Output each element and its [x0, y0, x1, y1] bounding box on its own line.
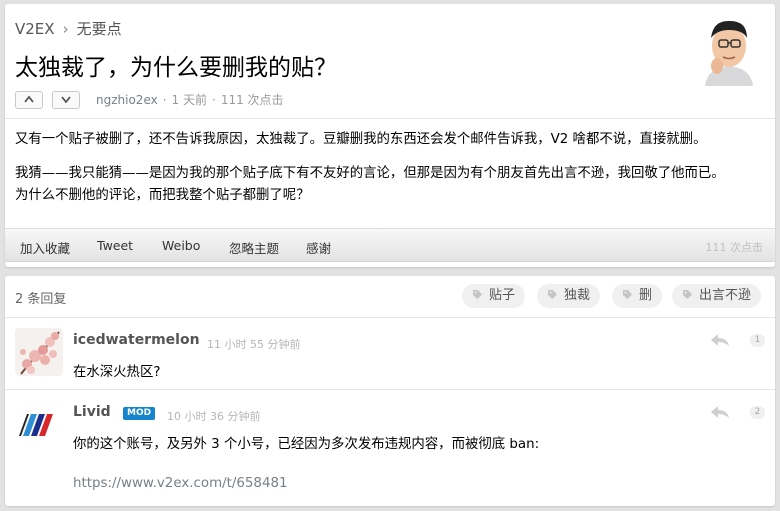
topic-paragraph: 为什么不删他的评论，而把我整个贴子都删了呢？: [15, 188, 310, 203]
tag-link[interactable]: 独裁: [537, 284, 601, 308]
avatar[interactable]: [15, 328, 63, 376]
reply-time: 11 小时 55 分钟前: [207, 338, 301, 351]
floor-number: 2: [750, 406, 765, 419]
topic-title: 太独裁了，为什么要删我的贴？: [15, 55, 337, 81]
topic-clicks: 111 次点击: [220, 93, 284, 107]
vote-down-button[interactable]: [52, 91, 80, 109]
vote-up-button[interactable]: [15, 91, 43, 109]
toolbar-clicks: 111 次点击: [705, 241, 764, 254]
breadcrumb: V2EX › 无要点: [15, 18, 122, 39]
replies-box: 2 条回复 贴子 独裁 删 出言不逊 icedwatermelon 11 小时 …: [5, 276, 775, 506]
reply-time: 10 小时 36 分钟前: [167, 410, 261, 423]
reply-item: icedwatermelon 11 小时 55 分钟前 1 在水深火热区?: [5, 318, 775, 390]
topic-toolbar: 加入收藏 Tweet Weibo 忽略主题 感谢 111 次点击: [5, 228, 775, 262]
blossom-avatar-icon: [15, 328, 63, 376]
tag-icon: [473, 290, 482, 299]
weibo-button[interactable]: Weibo: [162, 238, 200, 253]
chevron-down-icon: [61, 96, 71, 103]
breadcrumb-node-link[interactable]: 无要点: [77, 20, 122, 38]
topic-content: 又有一个贴子被删了，还不告诉我原因，太独裁了。豆瓣删我的东西还会发个邮件告诉我，…: [5, 118, 775, 207]
reply-item: Livid MOD 10 小时 36 分钟前 2 你的这个账号，及另外 3 个小…: [5, 390, 775, 506]
tag-icon: [548, 290, 557, 299]
floor-number: 1: [750, 334, 765, 347]
avatar[interactable]: [15, 400, 63, 448]
topic-meta: ngzhio2ex · 1 天前 · 111 次点击: [96, 93, 284, 107]
topic-time: 1 天前: [171, 93, 207, 107]
tag-icon: [623, 290, 632, 299]
reply-arrow-icon[interactable]: [709, 404, 731, 420]
bmw-m-avatar-icon: [15, 400, 63, 448]
reply-username-link[interactable]: Livid: [73, 404, 111, 420]
tag-link[interactable]: 删: [612, 284, 663, 308]
thanks-button[interactable]: 感谢: [306, 238, 331, 257]
reply-text: 你的这个账号，及另外 3 个小号，已经因为多次发布违规内容，而被彻底 ban:: [73, 437, 540, 452]
tweet-button[interactable]: Tweet: [97, 238, 133, 253]
tag-link[interactable]: 出言不逊: [672, 284, 762, 308]
topic-author-link[interactable]: ngzhio2ex: [96, 93, 158, 107]
tag-link[interactable]: 贴子: [462, 284, 526, 308]
reply-text: 在水深火热区?: [73, 365, 161, 380]
memoji-avatar-icon: [705, 20, 753, 86]
breadcrumb-separator: ›: [62, 20, 69, 38]
topic-paragraph: 我猜——我只能猜——是因为我的那个贴子底下有不友好的言论，但那是因为有个朋友首先…: [15, 166, 725, 181]
reply-username-link[interactable]: icedwatermelon: [73, 332, 200, 348]
tag-icon: [683, 290, 692, 299]
mod-badge: MOD: [123, 407, 156, 420]
topic-box: V2EX › 无要点 太独裁了，为什么要删我的贴？ ngzhio2ex · 1 天前 · 1…: [5, 4, 775, 267]
reply-count: 2 条回复: [15, 292, 67, 307]
breadcrumb-site-link[interactable]: V2EX: [15, 20, 55, 38]
reply-arrow-icon[interactable]: [709, 332, 731, 348]
topic-paragraph: 又有一个贴子被删了，还不告诉我原因，太独裁了。豆瓣删我的东西还会发个邮件告诉我，…: [15, 132, 707, 147]
author-avatar[interactable]: [699, 16, 759, 86]
reply-link[interactable]: https://www.v2ex.com/t/658481: [73, 476, 288, 491]
replies-header: 2 条回复 贴子 独裁 删 出言不逊: [5, 276, 775, 318]
chevron-up-icon: [24, 95, 34, 103]
favorite-button[interactable]: 加入收藏: [20, 238, 70, 257]
ignore-topic-button[interactable]: 忽略主题: [229, 238, 279, 257]
